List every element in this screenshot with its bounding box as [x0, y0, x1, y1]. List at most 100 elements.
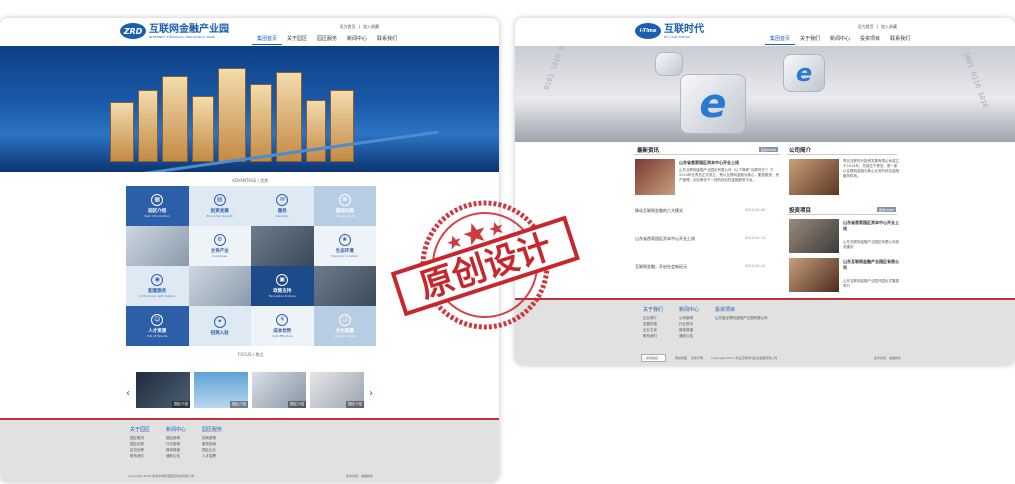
right-toplinks: 设为首页 | 加入收藏 [857, 24, 897, 30]
news-date: 2014-02-12 [745, 264, 766, 268]
stamp-text: 原创设计 [415, 227, 557, 307]
chevron-left-icon[interactable]: ‹ [126, 388, 130, 399]
footer-col-services: 园区服务 招商政策 服务指南 园区企业 人才招聘 [202, 427, 223, 458]
about-photo [789, 159, 839, 195]
logo-mark: i-Time [635, 23, 661, 39]
original-design-stamp: 原创设计 [390, 200, 580, 330]
news-headline[interactable]: 山东省首家园区资本中心开业上线 [679, 160, 779, 166]
focus-item[interactable]: 园区介绍 [194, 372, 248, 408]
set-homepage-link[interactable]: 设为首页 [858, 24, 874, 30]
news-summary: 山东互联网金融产业园区有限公司（以下简称“互联时代”）于2014年在青岛正式成立… [679, 168, 779, 182]
footer-col-projects: 投资项目 山东省互联网金融产业园有限公司 [715, 307, 768, 320]
nav-news[interactable]: 新闻中心 [825, 33, 855, 45]
tile-industries[interactable]: ⚙ 主导产业 Industries [188, 226, 251, 266]
nav-contact[interactable]: 联系我们 [885, 33, 915, 45]
document-icon: ▣ [276, 274, 289, 286]
right-logo[interactable]: i-Time 互联时代 HU LIAN SHIDAI [635, 23, 704, 39]
logo-cn: 互联时代 [664, 23, 704, 35]
tile-support[interactable]: ◉ 配套服务 In Harmony with Nature [126, 266, 189, 306]
add-favorite-link[interactable]: 加入收藏 [881, 24, 897, 30]
right-nav: 集团首页 关于我们 新闻中心 投资项目 联系我们 [765, 33, 915, 45]
tile-investment[interactable]: ✦ 招商入驻 [188, 306, 251, 346]
person-icon: ☺ [151, 314, 164, 326]
nav-about[interactable]: 关于我们 [795, 33, 825, 45]
advantage-title: ADVANTAGE / 优势 [232, 178, 269, 183]
news-more-button[interactable]: 更多MORE [759, 147, 778, 152]
coin-icon: ¥ [276, 314, 289, 326]
set-homepage-link[interactable]: 设为首页 [340, 24, 356, 30]
leaf-icon: ❀ [338, 234, 351, 246]
nav-home[interactable]: 集团首页 [252, 33, 283, 45]
footer-col-about: 关于我们 企业简介 发展历程 企业文化 联系我们 [643, 307, 664, 338]
nav-contact[interactable]: 联系我们 [372, 33, 402, 45]
right-site-mockup: i-Time 互联时代 HU LIAN SHIDAI 设为首页 | 加入收藏 集… [515, 18, 1015, 365]
news-date: 2014-02-20 [745, 208, 766, 212]
tile-infrastructure[interactable]: ⊞ 基础设施 Infrastructure [313, 186, 376, 226]
logo-cn: 互联网金融产业园 [149, 23, 229, 35]
left-footer: 关于园区 园区概况 园区优势 区位优势 联系我们 新闻中心 园区新闻 行业新闻 … [0, 418, 499, 482]
chart-icon: ▤ [213, 194, 226, 206]
e-cube-icon: e [795, 59, 813, 87]
focus-item[interactable]: 园区介绍 [310, 372, 364, 408]
tile-services[interactable]: ✉ 服务 Services [251, 186, 314, 226]
news-photo[interactable] [635, 159, 675, 195]
tile-photo-meeting [188, 266, 251, 306]
left-toplinks: 设为首页 | 加入收藏 [339, 24, 379, 30]
footer-col-news: 新闻中心 公司新闻 行业资讯 媒体报道 通知公告 [679, 307, 700, 338]
focus-item[interactable]: 园区介绍 [136, 372, 190, 408]
left-nav: 集团首页 关于园区 园区服务 新闻中心 联系我们 [252, 33, 402, 45]
focus-title: FOCUS / 焦点 [238, 352, 264, 357]
nav-projects[interactable]: 投资项目 [855, 33, 885, 45]
footer-col-news: 新闻中心 园区新闻 行业新闻 媒体报道 通知公告 [166, 427, 187, 458]
tile-park-intro[interactable]: ▦ 园区介绍 Park Introduction [126, 186, 189, 226]
news-item[interactable]: 山东省首家园区资本中心开业上线 [635, 236, 695, 242]
news-title: 最新资讯 [637, 148, 660, 154]
location-icon: ◉ [151, 274, 164, 286]
tech-support: 技术支持：金蝶软件 [873, 356, 901, 360]
about-title: 公司简介 [789, 148, 812, 154]
project-title[interactable]: 山东省首家园区资本中心开业上线 [843, 220, 899, 232]
focus-item[interactable]: 园区介绍 [252, 372, 306, 408]
logo-mark: ZRD [120, 23, 146, 39]
logo-en: INTERNET FINANCIAL INDUSTRIAL PARK [149, 34, 216, 39]
nav-services[interactable]: 园区服务 [312, 33, 342, 45]
news-date: 2014-02-12 [745, 236, 766, 240]
projects-title: 投资项目 [789, 208, 812, 214]
legal-link[interactable]: 法律声明 [691, 356, 703, 360]
add-favorite-link[interactable]: 加入收藏 [363, 24, 379, 30]
about-text: 青岛互联时代投资发展有限公司成立于2014年，总部位于青岛，是一家以互联网金融为… [843, 159, 899, 178]
news-item[interactable]: 互联网金融，开启社会新纪元 [635, 264, 687, 270]
chat-icon: ✉ [276, 194, 289, 206]
tile-culture[interactable]: ❏ 文化底蕴 Vibrant Culture [313, 306, 376, 346]
copyright: Copyright 2014 青岛互联时代投资发展有限公司 [711, 356, 778, 360]
sitemap-link[interactable]: 网站地图 [675, 356, 687, 360]
tile-growth[interactable]: ▤ 投资发展 Economic Growth [188, 186, 251, 226]
tile-talents[interactable]: ☺ 人才资源 Full of Talents [126, 306, 189, 346]
projects-more-button[interactable]: 更多MORE [877, 207, 896, 212]
right-header: i-Time 互联时代 HU LIAN SHIDAI 设为首页 | 加入收藏 集… [515, 18, 1015, 46]
tile-ecology[interactable]: ❀ 生态环境 Dynamic Location [313, 226, 376, 266]
logo-en: HU LIAN SHIDAI [664, 34, 691, 39]
tile-photo-architecture [313, 266, 376, 306]
tile-cost[interactable]: ¥ 成本优势 Cost Effective [251, 306, 314, 346]
project-text: 山东互联网金融产业园开园仪式隆重举行 [843, 279, 899, 288]
chevron-right-icon[interactable]: › [369, 388, 373, 399]
road-icon: ⊞ [338, 194, 351, 206]
project-title[interactable]: 山东互联网金融产业园区有限公司 [843, 259, 899, 271]
tile-photo-building [126, 226, 189, 266]
left-logo[interactable]: ZRD 互联网金融产业园 INTERNET FINANCIAL INDUSTRI… [120, 23, 229, 39]
tile-policy[interactable]: ▣ 政策支持 Favorable Policies [251, 266, 314, 306]
gear-icon: ⚙ [213, 234, 226, 246]
project-photo[interactable] [789, 258, 839, 292]
project-text: 山东互联网金融产业园区有限公司投资建设 [843, 240, 899, 249]
nav-news[interactable]: 新闻中心 [342, 33, 372, 45]
right-footer: 关于我们 企业简介 发展历程 企业文化 联系我们 新闻中心 公司新闻 行业资讯 … [515, 298, 1015, 365]
nav-home[interactable]: 集团首页 [765, 33, 796, 45]
nav-about[interactable]: 关于园区 [282, 33, 312, 45]
friend-links-select[interactable]: -- 友情链接 -- [641, 354, 666, 362]
handshake-icon: ✦ [213, 316, 226, 328]
tile-photo-office [251, 226, 314, 266]
news-item[interactable]: 移动互联网金融的六大模式 [635, 208, 683, 214]
project-photo[interactable] [789, 219, 839, 253]
left-header: ZRD 互联网金融产业园 INTERNET FINANCIAL INDUSTRI… [0, 18, 499, 46]
